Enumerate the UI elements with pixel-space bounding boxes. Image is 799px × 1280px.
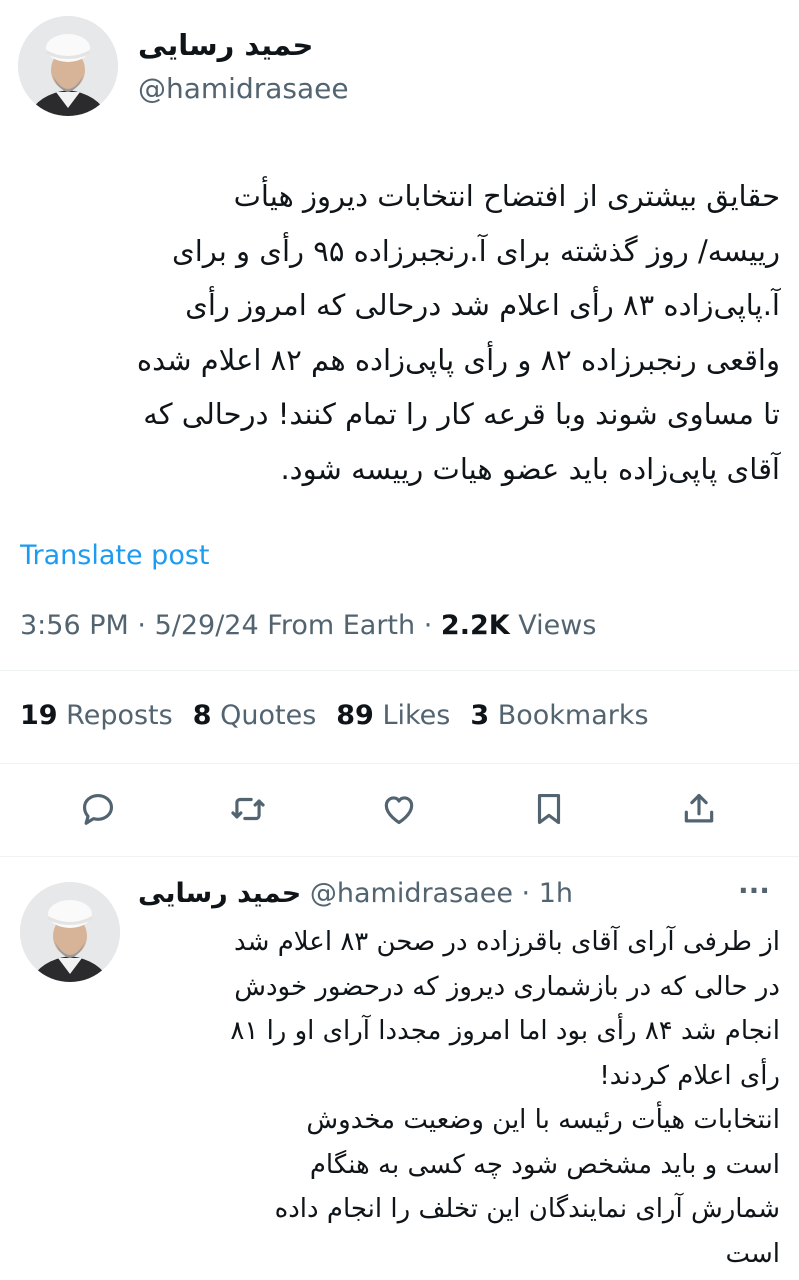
- tweet-source: From Earth: [267, 610, 416, 641]
- share-icon: [684, 793, 714, 823]
- bookmarks-label: Bookmarks: [497, 700, 649, 731]
- meta-separator: ·: [137, 610, 155, 641]
- bookmark-icon: [537, 793, 561, 825]
- translate-link[interactable]: Translate post: [20, 540, 210, 571]
- tweet-text: حقایق بیشتری از افتضاح انتخابات دیروز هی…: [136, 179, 780, 486]
- tweet-stats: 19 Reposts 8 Quotes 89 Likes 3 Bookmarks: [20, 700, 649, 731]
- reply-button[interactable]: [76, 787, 120, 831]
- reposts-stat[interactable]: 19 Reposts: [20, 700, 173, 731]
- author-name[interactable]: حمید رسایی: [138, 28, 318, 62]
- reply-author-handle[interactable]: @hamidrasaee: [310, 878, 513, 909]
- quotes-label: Quotes: [220, 700, 317, 731]
- repost-icon: [231, 797, 265, 821]
- views-count: 2.2K: [440, 610, 510, 641]
- author-avatar[interactable]: [18, 16, 118, 116]
- divider: [0, 670, 799, 671]
- divider: [0, 763, 799, 764]
- likes-stat[interactable]: 89 Likes: [336, 700, 450, 731]
- reply-author-avatar[interactable]: [20, 882, 120, 982]
- tweet-meta: 3:56 PM · 5/29/24 From Earth · 2.2K View…: [20, 610, 596, 641]
- like-button[interactable]: [377, 787, 421, 831]
- likes-count: 89: [336, 700, 374, 731]
- quotes-count: 8: [192, 700, 212, 731]
- reply-icon: [82, 793, 114, 825]
- meta-separator: ·: [521, 878, 531, 909]
- reposts-label: Reposts: [66, 700, 173, 731]
- reply-text: از طرفی آرای آقای باقرزاده در صحن ۸۳ اعل…: [230, 927, 780, 1269]
- likes-label: Likes: [382, 700, 451, 731]
- tweet-time[interactable]: 3:56 PM: [20, 610, 129, 641]
- repost-button[interactable]: [226, 787, 270, 831]
- quotes-stat[interactable]: 8 Quotes: [193, 700, 317, 731]
- reposts-count: 19: [20, 700, 58, 731]
- more-options-icon[interactable]: ···: [738, 874, 770, 907]
- reply-time[interactable]: 1h: [539, 878, 573, 909]
- reply-author-name[interactable]: حمید رسایی: [138, 878, 301, 909]
- meta-separator: ·: [423, 610, 441, 641]
- tweet-date[interactable]: 5/29/24: [155, 610, 259, 641]
- author-handle[interactable]: @hamidrasaee: [138, 72, 349, 105]
- bookmark-button[interactable]: [527, 787, 571, 831]
- bookmarks-count: 3: [470, 700, 490, 731]
- views-label: Views: [518, 610, 597, 641]
- reply-header: حمید رسایی @hamidrasaee · 1h: [138, 878, 573, 909]
- bookmarks-stat[interactable]: 3 Bookmarks: [470, 700, 648, 731]
- share-button[interactable]: [677, 787, 721, 831]
- like-icon: [384, 796, 414, 825]
- divider: [0, 856, 799, 857]
